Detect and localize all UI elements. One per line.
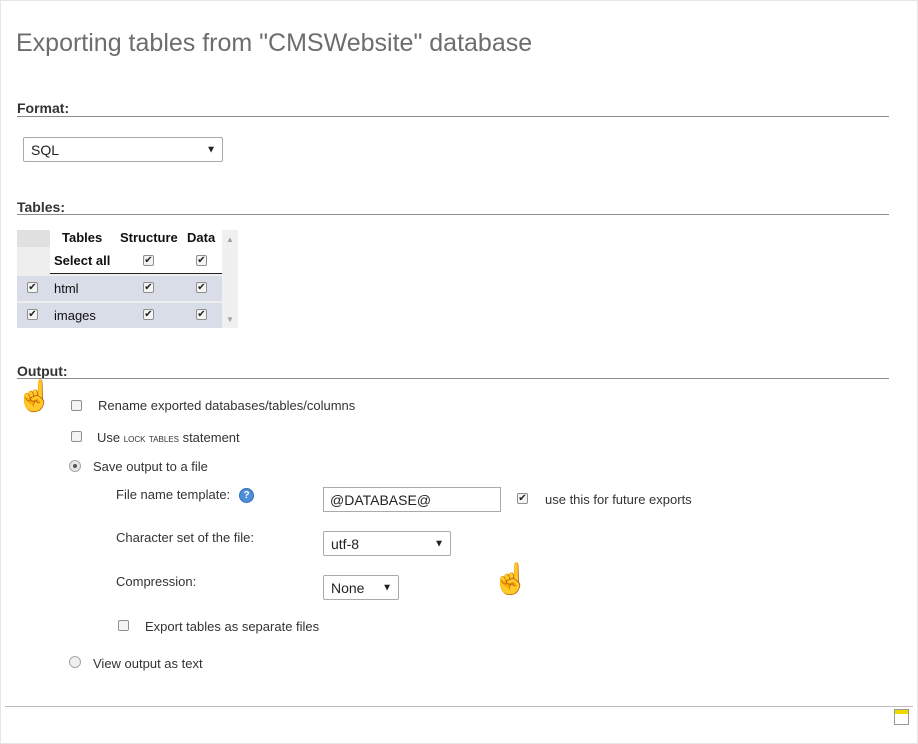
help-icon[interactable]: ? (239, 488, 254, 503)
charset-select[interactable]: utf-8 ▼ (323, 531, 451, 556)
rename-checkbox[interactable] (71, 400, 82, 411)
future-exports-label: use this for future exports (545, 492, 692, 507)
rename-label: Rename exported databases/tables/columns (98, 398, 356, 413)
separate-files-label: Export tables as separate files (145, 619, 320, 634)
chevron-down-icon: ▼ (434, 538, 444, 549)
main-frame (0, 0, 918, 744)
format-divider (17, 116, 889, 117)
data-checkbox[interactable]: ✔ (196, 309, 207, 320)
data-checkbox[interactable]: ✔ (196, 282, 207, 293)
charset-label: Character set of the file: (116, 530, 255, 545)
note-icon[interactable] (894, 709, 909, 725)
structure-checkbox[interactable]: ✔ (143, 309, 154, 320)
output-heading: Output: (17, 363, 68, 379)
compression-select[interactable]: None ▼ (323, 575, 399, 600)
structure-checkbox[interactable]: ✔ (143, 282, 154, 293)
scroll-down-icon[interactable]: ▼ (226, 315, 234, 324)
select-all-row: Select all ✔ ✔ (17, 247, 222, 274)
row-select-checkbox[interactable]: ✔ (27, 282, 38, 293)
save-to-file-label: Save output to a file (93, 459, 208, 474)
tables-selector: Tables Structure Data Select all ✔ ✔ ✔ h… (17, 230, 238, 328)
format-select[interactable]: SQL ▼ (23, 137, 223, 162)
compression-select-value: None (331, 579, 365, 596)
col-header-structure: Structure (120, 230, 178, 245)
hand-pointer-icon: ☝ (492, 563, 530, 596)
save-to-file-radio[interactable] (69, 460, 81, 472)
tables-divider (17, 214, 889, 215)
separate-files-checkbox[interactable] (118, 620, 129, 631)
file-name-template-label: File name template: (116, 487, 231, 502)
file-name-template-input[interactable]: @DATABASE@ (323, 487, 501, 512)
table-name: images (54, 308, 96, 323)
format-heading: Format: (17, 100, 70, 116)
select-all-structure-checkbox[interactable]: ✔ (143, 255, 154, 266)
table-row[interactable]: ✔ images ✔ ✔ (17, 303, 222, 328)
view-as-text-radio[interactable] (69, 656, 81, 668)
future-exports-checkbox[interactable]: ✔ (517, 493, 528, 504)
col-header-data: Data (187, 230, 216, 245)
view-as-text-label: View output as text (93, 656, 203, 671)
format-select-value: SQL (31, 141, 60, 158)
row-select-checkbox[interactable]: ✔ (27, 309, 38, 320)
chevron-down-icon: ▼ (206, 144, 216, 155)
hand-pointer-icon: ☝ (16, 380, 54, 413)
select-all-data-checkbox[interactable]: ✔ (196, 255, 207, 266)
tables-heading: Tables: (17, 199, 65, 215)
charset-select-value: utf-8 (331, 535, 360, 552)
page-title: Exporting tables from "CMSWebsite" datab… (16, 29, 533, 57)
chevron-down-icon: ▼ (382, 582, 392, 593)
table-name: html (54, 281, 79, 296)
col-header-tables: Tables (62, 230, 103, 245)
footer-divider (5, 706, 913, 707)
select-all-label: Select all (54, 253, 111, 268)
tables-scrollbar[interactable]: ▲ ▼ (222, 230, 238, 328)
lock-tables-label: Use lock tables statement (97, 430, 240, 445)
output-divider (17, 378, 889, 379)
header-blank-cell (17, 230, 50, 247)
compression-label: Compression: (116, 574, 197, 589)
scroll-up-icon[interactable]: ▲ (226, 235, 234, 244)
table-row[interactable]: ✔ html ✔ ✔ (17, 276, 222, 301)
lock-tables-checkbox[interactable] (71, 431, 82, 442)
